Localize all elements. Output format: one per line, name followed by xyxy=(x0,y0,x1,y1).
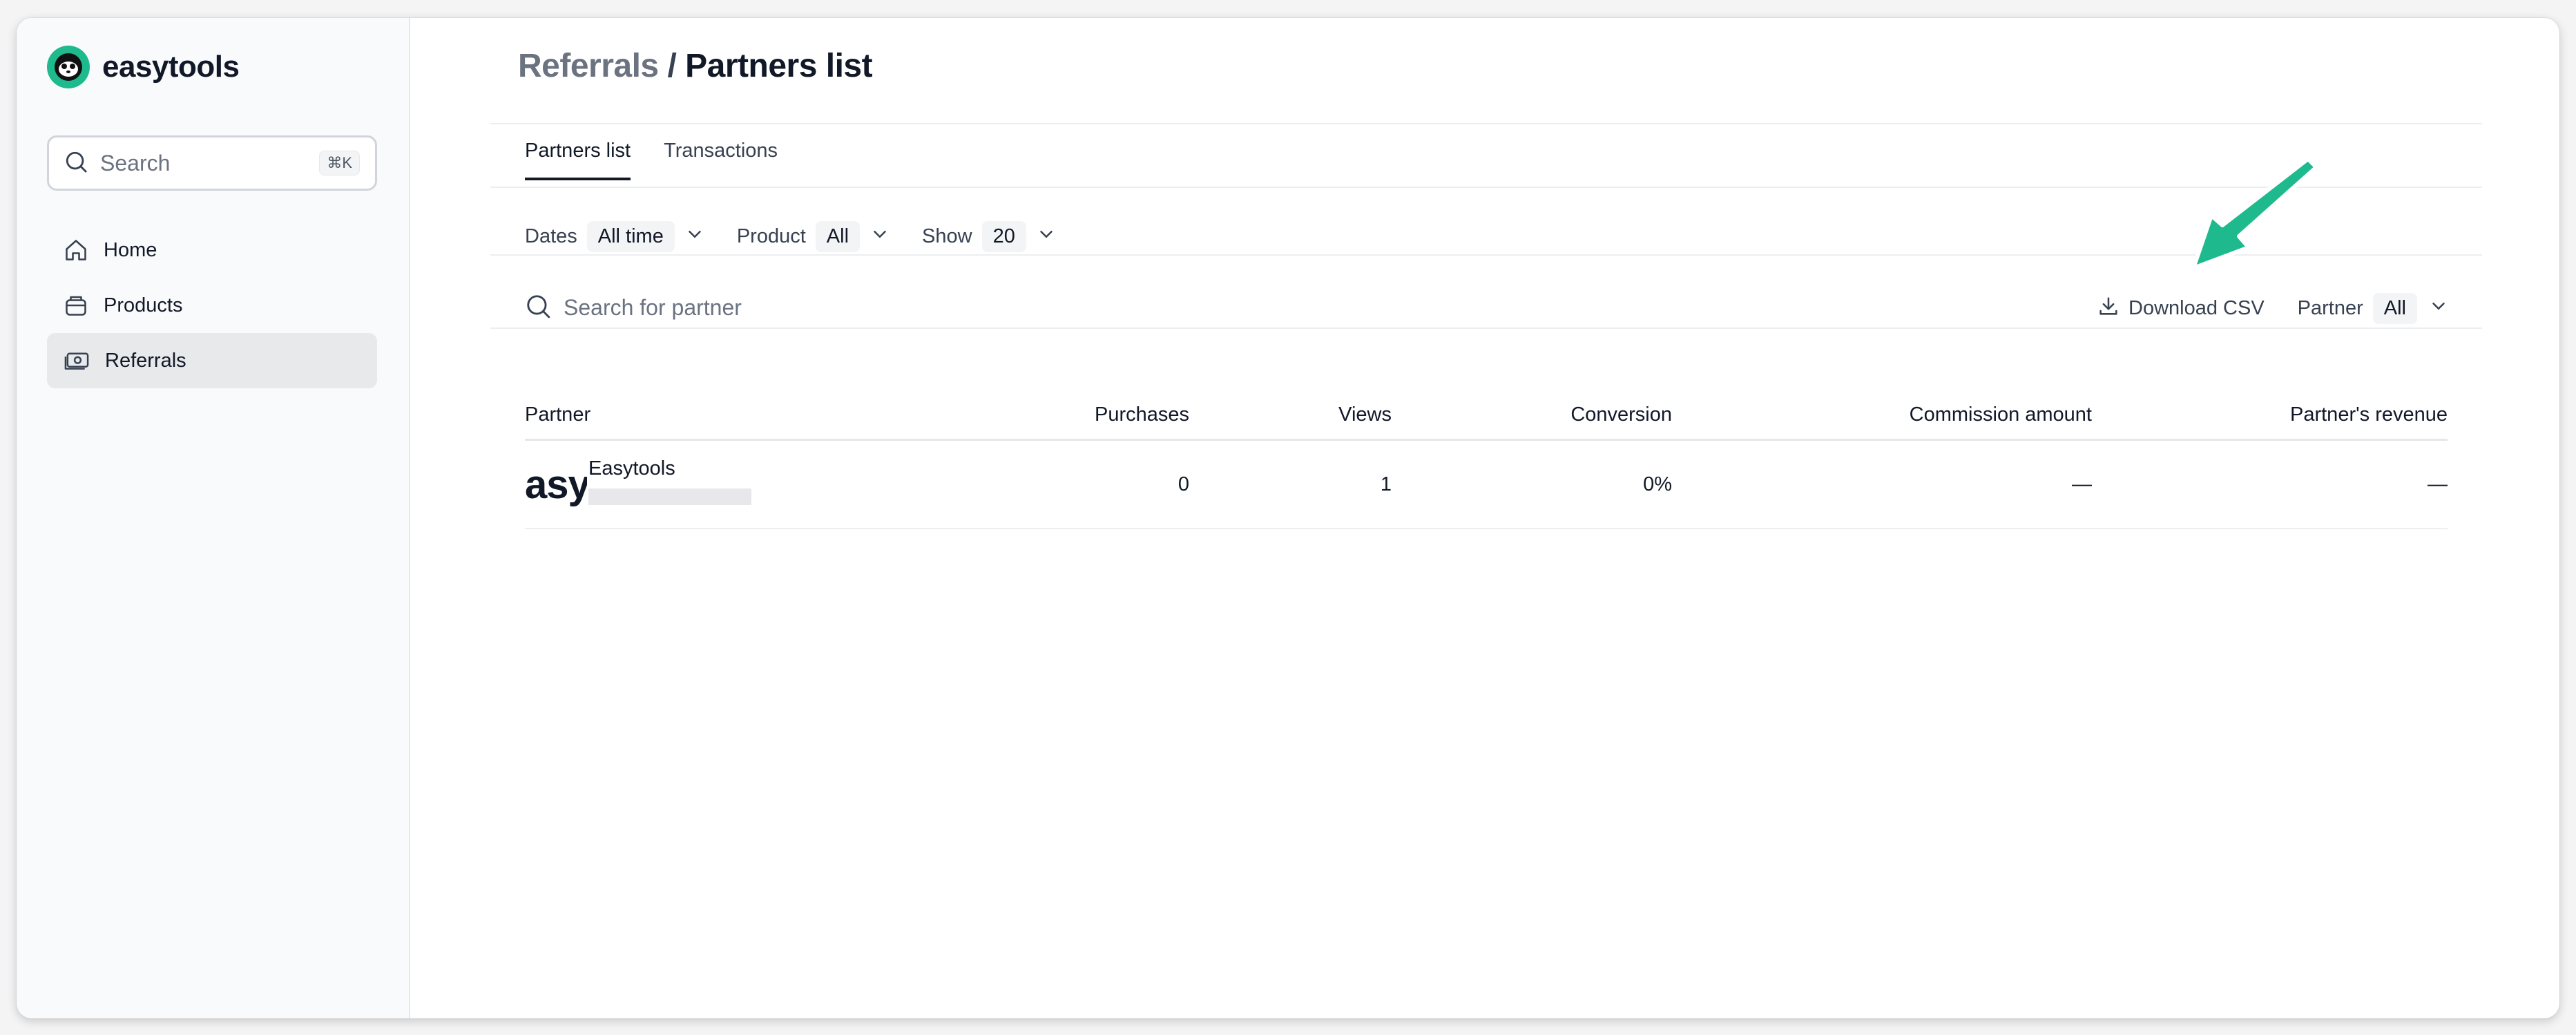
column-header-views[interactable]: Views xyxy=(1189,403,1392,426)
money-icon xyxy=(64,348,90,373)
partner-filter-label: Partner xyxy=(2297,297,2363,319)
sidebar-search[interactable]: Search ⌘K xyxy=(47,135,377,191)
page-title: Referrals / Partners list xyxy=(518,47,873,85)
chevron-down-icon xyxy=(1036,224,1057,250)
product-filter[interactable]: Product All xyxy=(737,221,890,252)
conversion-cell: 0% xyxy=(1643,473,1672,495)
dates-filter-label: Dates xyxy=(525,225,577,247)
shortcut-badge: ⌘K xyxy=(319,151,360,175)
column-header-purchases[interactable]: Purchases xyxy=(1008,403,1189,426)
partner-search-placeholder: Search for partner xyxy=(564,295,742,320)
show-filter-label: Show xyxy=(922,225,972,247)
sidebar-search-placeholder: Search xyxy=(100,150,171,175)
table-header: Partner Purchases Views Conversion Commi… xyxy=(525,391,2448,441)
sidebar-item-referrals[interactable]: Referrals xyxy=(47,333,377,388)
sidebar: easytools Search ⌘K Home Products Referr… xyxy=(17,18,410,1018)
sidebar-item-products[interactable]: Products xyxy=(47,278,377,333)
partner-search-input[interactable]: Search for partner xyxy=(525,293,742,323)
revenue-cell: — xyxy=(2428,473,2448,495)
dates-filter[interactable]: Dates All time xyxy=(525,221,705,252)
sidebar-item-label: Referrals xyxy=(105,349,186,372)
divider xyxy=(490,187,2482,188)
commission-cell: — xyxy=(2072,473,2092,495)
brand[interactable]: easytools xyxy=(47,46,240,88)
download-csv-button[interactable]: Download CSV xyxy=(2097,294,2265,323)
product-filter-label: Product xyxy=(736,225,806,247)
partner-logo: asy xyxy=(525,462,587,507)
chevron-down-icon xyxy=(684,224,705,250)
search-icon xyxy=(525,293,551,323)
views-cell: 1 xyxy=(1380,473,1392,495)
chevron-down-icon xyxy=(2428,296,2449,322)
partner-name: Easytools xyxy=(588,457,675,479)
brand-logo-icon xyxy=(47,46,90,88)
sidebar-nav: Home Products Referrals xyxy=(47,222,377,388)
filter-bar: Dates All time Product All Show 20 xyxy=(525,221,1088,252)
breadcrumb-current: Partners list xyxy=(685,48,873,84)
box-icon xyxy=(64,293,88,318)
app-window: easytools Search ⌘K Home Products Referr… xyxy=(17,18,2559,1018)
sidebar-item-label: Home xyxy=(104,238,157,261)
download-csv-label: Download CSV xyxy=(2128,297,2265,319)
column-header-conversion[interactable]: Conversion xyxy=(1392,403,1672,426)
breadcrumb-referrals[interactable]: Referrals xyxy=(518,48,659,84)
show-filter-value: 20 xyxy=(981,221,1026,252)
tab-transactions[interactable]: Transactions xyxy=(664,140,778,180)
brand-name: easytools xyxy=(102,50,240,84)
chevron-down-icon xyxy=(869,224,890,250)
tab-partners-list[interactable]: Partners list xyxy=(525,140,631,180)
divider xyxy=(490,327,2482,329)
dates-filter-value: All time xyxy=(586,221,675,252)
divider xyxy=(490,123,2482,124)
partners-table: Partner Purchases Views Conversion Commi… xyxy=(525,391,2448,529)
tab-bar: Partners list Transactions xyxy=(525,140,778,180)
show-filter[interactable]: Show 20 xyxy=(922,221,1057,252)
partner-filter[interactable]: Partner All xyxy=(2298,293,2449,324)
search-icon xyxy=(64,150,88,177)
home-icon xyxy=(64,238,88,263)
sidebar-item-label: Products xyxy=(104,294,183,316)
breadcrumb-separator: / xyxy=(667,48,677,84)
column-header-partner[interactable]: Partner xyxy=(525,403,1008,426)
purchases-cell: 0 xyxy=(1178,473,1189,495)
download-icon xyxy=(2097,294,2120,323)
divider xyxy=(490,254,2482,256)
column-header-partners-revenue[interactable]: Partner's revenue xyxy=(2092,403,2448,426)
table-toolbar: Download CSV Partner All xyxy=(2097,293,2449,324)
partner-cell: asy Easytools xyxy=(525,457,1008,508)
column-header-commission-amount[interactable]: Commission amount xyxy=(1672,403,2092,426)
partner-filter-value: All xyxy=(2372,293,2417,324)
table-row[interactable]: asy Easytools 0 1 0% — — xyxy=(525,441,2448,529)
redacted-email xyxy=(588,488,751,505)
product-filter-value: All xyxy=(815,221,861,252)
sidebar-item-home[interactable]: Home xyxy=(47,222,377,278)
annotation-arrow-icon xyxy=(2185,153,2323,288)
